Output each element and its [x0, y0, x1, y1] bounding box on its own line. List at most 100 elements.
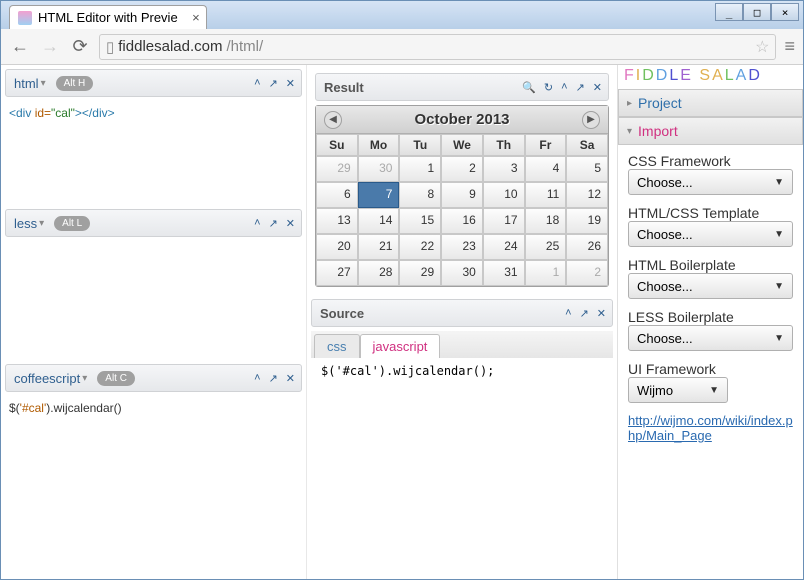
calendar-day[interactable]: 26	[566, 234, 608, 260]
calendar-day[interactable]: 17	[483, 208, 525, 234]
ui-framework-select[interactable]: Wijmo▼	[628, 377, 728, 403]
collapse-icon[interactable]: ˄	[561, 81, 567, 94]
less-panel-header[interactable]: less ▾ Alt L ˄ ↗ ✕	[5, 209, 302, 237]
htmlcss-template-select[interactable]: Choose...▼	[628, 221, 793, 247]
calendar-day[interactable]: 12	[566, 182, 608, 208]
maximize-button[interactable]: □	[743, 3, 771, 21]
popout-icon[interactable]: ↗	[269, 77, 278, 90]
ui-framework-label: UI Framework	[628, 361, 793, 377]
calendar-day[interactable]: 28	[358, 260, 400, 286]
calendar-day[interactable]: 30	[441, 260, 483, 286]
calendar-day[interactable]: 22	[399, 234, 441, 260]
bookmark-icon[interactable]: ☆	[755, 37, 769, 57]
forward-button[interactable]: →	[39, 36, 61, 57]
html-code-editor[interactable]: <div id="cal"></div>	[1, 101, 306, 126]
calendar-day[interactable]: 3	[483, 156, 525, 182]
calendar-next-button[interactable]: ▶	[582, 111, 600, 129]
calendar-dow: Sa	[566, 134, 608, 156]
chevron-down-icon[interactable]: ▾	[82, 373, 87, 384]
close-panel-icon[interactable]: ✕	[286, 217, 295, 230]
project-label: Project	[638, 95, 682, 111]
close-icon[interactable]: ×	[192, 10, 200, 25]
coffee-code-editor[interactable]: $('#cal').wijcalendar()	[1, 396, 306, 421]
calendar-dow: We	[441, 134, 483, 156]
calendar-prev-button[interactable]: ◀	[324, 111, 342, 129]
tab-javascript[interactable]: javascript	[360, 334, 441, 358]
address-bar[interactable]: ▯ fiddlesalad.com/html/ ☆	[99, 34, 776, 60]
calendar-day[interactable]: 30	[358, 156, 400, 182]
collapse-icon[interactable]: ˄	[254, 372, 260, 385]
calendar-day[interactable]: 5	[566, 156, 608, 182]
calendar-day[interactable]: 1	[399, 156, 441, 182]
calendar-day[interactable]: 15	[399, 208, 441, 234]
calendar-day[interactable]: 20	[316, 234, 358, 260]
chevron-down-icon[interactable]: ▾	[41, 78, 46, 89]
browser-tab[interactable]: HTML Editor with Previe ×	[9, 5, 207, 29]
minimize-button[interactable]: _	[715, 3, 743, 21]
chevron-down-icon[interactable]: ▾	[39, 218, 44, 229]
back-button[interactable]: ←	[9, 36, 31, 57]
search-icon[interactable]: 🔍	[522, 81, 536, 94]
coffee-label: coffeescript	[14, 371, 80, 386]
result-panel-header: Result 🔍 ↻ ˄ ↗ ✕	[315, 73, 609, 101]
calendar-day[interactable]: 16	[441, 208, 483, 234]
calendar-day[interactable]: 6	[316, 182, 358, 208]
source-panel-header: Source ˄ ↗ ✕	[311, 299, 613, 327]
popout-icon[interactable]: ↗	[269, 217, 278, 230]
css-framework-select[interactable]: Choose...▼	[628, 169, 793, 195]
source-label: Source	[320, 306, 364, 321]
calendar-day[interactable]: 13	[316, 208, 358, 234]
close-panel-icon[interactable]: ✕	[286, 372, 295, 385]
framework-link[interactable]: http://wijmo.com/wiki/index.php/Main_Pag…	[628, 413, 793, 443]
calendar-day[interactable]: 2	[441, 156, 483, 182]
css-framework-label: CSS Framework	[628, 153, 793, 169]
calendar-day[interactable]: 1	[525, 260, 567, 286]
popout-icon[interactable]: ↗	[576, 81, 585, 94]
chevron-down-icon: ▼	[774, 177, 784, 188]
menu-icon[interactable]: ≡	[784, 36, 795, 57]
popout-icon[interactable]: ↗	[580, 307, 589, 320]
less-boilerplate-select[interactable]: Choose...▼	[628, 325, 793, 351]
close-panel-icon[interactable]: ✕	[597, 307, 606, 320]
close-panel-icon[interactable]: ✕	[593, 81, 602, 94]
calendar-day[interactable]: 24	[483, 234, 525, 260]
html-panel-header[interactable]: html ▾ Alt H ˄ ↗ ✕	[5, 69, 302, 97]
calendar-day[interactable]: 19	[566, 208, 608, 234]
calendar-day[interactable]: 25	[525, 234, 567, 260]
calendar-day[interactable]: 23	[441, 234, 483, 260]
calendar-day[interactable]: 2	[566, 260, 608, 286]
refresh-icon[interactable]: ↻	[544, 81, 553, 94]
collapse-icon[interactable]: ˄	[254, 217, 260, 230]
import-accordion-header[interactable]: ▾ Import	[618, 117, 803, 145]
tab-css[interactable]: css	[314, 334, 360, 358]
calendar-day[interactable]: 21	[358, 234, 400, 260]
calendar-day[interactable]: 8	[399, 182, 441, 208]
calendar-day[interactable]: 4	[525, 156, 567, 182]
coffeescript-panel-header[interactable]: coffeescript ▾ Alt C ˄ ↗ ✕	[5, 364, 302, 392]
less-code-editor[interactable]	[1, 241, 306, 249]
calendar-dow: Th	[483, 134, 525, 156]
collapse-icon[interactable]: ˄	[565, 307, 571, 320]
close-window-button[interactable]: ×	[771, 3, 799, 21]
calendar-day[interactable]: 9	[441, 182, 483, 208]
calendar-day[interactable]: 11	[525, 182, 567, 208]
html-boilerplate-select[interactable]: Choose...▼	[628, 273, 793, 299]
close-panel-icon[interactable]: ✕	[286, 77, 295, 90]
calendar-day[interactable]: 29	[399, 260, 441, 286]
calendar-day[interactable]: 31	[483, 260, 525, 286]
right-sidebar: FIDDLE SALAD ▸ Project ▾ Import CSS Fram…	[617, 65, 803, 579]
calendar-day[interactable]: 27	[316, 260, 358, 286]
calendar-dow: Su	[316, 134, 358, 156]
project-accordion-header[interactable]: ▸ Project	[618, 89, 803, 117]
calendar-dow: Fr	[525, 134, 567, 156]
calendar-day[interactable]: 7	[358, 182, 400, 208]
calendar-title[interactable]: October 2013	[414, 111, 509, 128]
chevron-down-icon: ▼	[774, 281, 784, 292]
popout-icon[interactable]: ↗	[269, 372, 278, 385]
calendar-day[interactable]: 14	[358, 208, 400, 234]
calendar-day[interactable]: 29	[316, 156, 358, 182]
calendar-day[interactable]: 10	[483, 182, 525, 208]
reload-button[interactable]: ⟳	[69, 36, 91, 57]
calendar-day[interactable]: 18	[525, 208, 567, 234]
collapse-icon[interactable]: ˄	[254, 77, 260, 90]
